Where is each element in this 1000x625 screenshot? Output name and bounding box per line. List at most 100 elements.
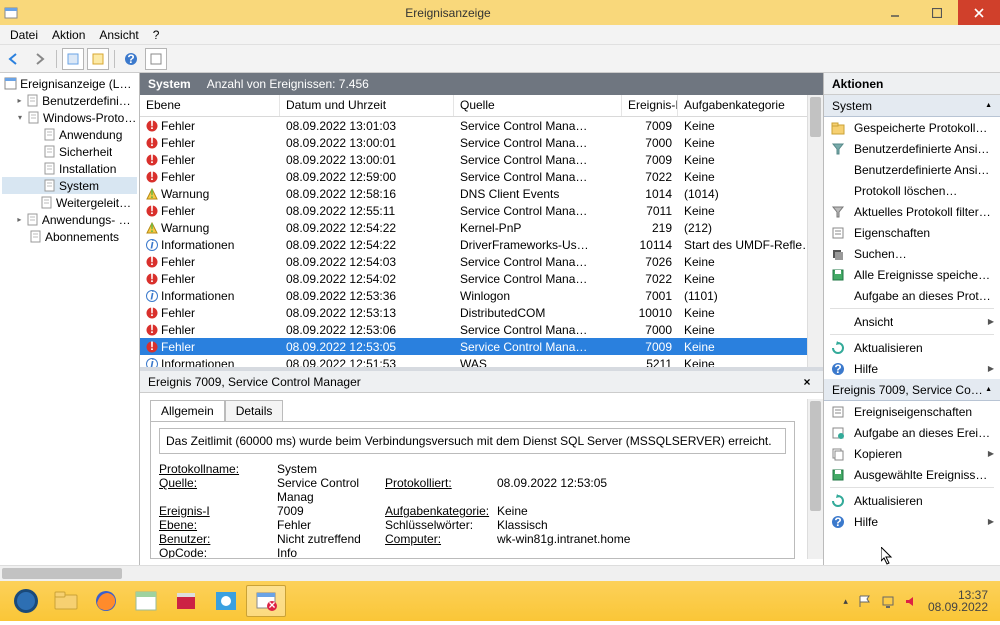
save-icon (830, 467, 846, 483)
tab-details[interactable]: Details (225, 400, 284, 422)
event-grid[interactable]: Ebene Datum und Uhrzeit Quelle Ereignis-… (140, 95, 823, 367)
actions-sect-system[interactable]: System▲ (824, 95, 1000, 117)
forward-button[interactable] (29, 48, 51, 70)
actions-sect-event[interactable]: Ereignis 7009, Service Co…▲ (824, 379, 1000, 401)
table-row[interactable]: !Fehler08.09.2022 12:53:06Service Contro… (140, 321, 823, 338)
grid-scrollbar[interactable] (807, 95, 823, 367)
start-button[interactable] (6, 585, 46, 617)
toolbar-btn-1[interactable] (62, 48, 84, 70)
tree-item[interactable]: Abonnements (2, 228, 137, 245)
tree-item[interactable]: Sicherheit (2, 143, 137, 160)
log-icon (40, 196, 53, 210)
col-source[interactable]: Quelle (454, 95, 622, 116)
col-datetime[interactable]: Datum und Uhrzeit (280, 95, 454, 116)
detail-close-button[interactable]: × (799, 374, 815, 390)
action-item[interactable]: Aktuelles Protokoll filtern… (824, 201, 1000, 222)
tray-flag-icon[interactable] (858, 595, 871, 608)
action-item[interactable]: Benutzerdefinierte Ansicht i… (824, 159, 1000, 180)
tb-app3[interactable] (206, 585, 246, 617)
detail-scrollbar[interactable] (807, 399, 823, 559)
tree-view[interactable]: Ereignisanzeige (Lokal) ▸Benutzerdefinie… (0, 73, 140, 565)
svg-text:!: ! (150, 188, 154, 200)
menu-file[interactable]: Datei (4, 26, 44, 44)
col-id[interactable]: Ereignis-ID (622, 95, 678, 116)
v-logged: 08.09.2022 12:53:05 (497, 476, 786, 504)
tree-item[interactable]: Anwendung (2, 126, 137, 143)
col-level[interactable]: Ebene (140, 95, 280, 116)
system-tray[interactable]: ▴ 13:3708.09.2022 (843, 589, 994, 613)
table-row[interactable]: !Fehler08.09.2022 12:54:02Service Contro… (140, 270, 823, 287)
action-item[interactable]: Protokoll löschen… (824, 180, 1000, 201)
table-row[interactable]: !Fehler08.09.2022 13:00:01Service Contro… (140, 151, 823, 168)
k-log: Protokollname: (159, 462, 239, 476)
tree-item[interactable]: ▾Windows-Protokolle (2, 109, 137, 126)
action-item[interactable]: Aktualisieren (824, 337, 1000, 358)
expand-icon[interactable]: ▾ (16, 113, 24, 122)
action-item[interactable]: Benutzerdefinierte Ansicht e… (824, 138, 1000, 159)
action-item[interactable]: Ansicht▶ (824, 311, 1000, 332)
minimize-button[interactable] (874, 0, 916, 25)
maximize-button[interactable] (916, 0, 958, 25)
center-panel: System Anzahl von Ereignissen: 7.456 Ebe… (140, 73, 824, 565)
tb-firefox[interactable] (86, 585, 126, 617)
action-item[interactable]: Ausgewählte Ereignisse spei… (824, 464, 1000, 485)
tb-app1[interactable] (126, 585, 166, 617)
table-row[interactable]: !Warnung08.09.2022 12:58:16DNS Client Ev… (140, 185, 823, 202)
find-icon (830, 246, 846, 262)
col-cat[interactable]: Aufgabenkategorie (678, 95, 823, 116)
hscrollbar[interactable] (0, 565, 1000, 581)
menu-view[interactable]: Ansicht (93, 26, 144, 44)
clock[interactable]: 13:3708.09.2022 (928, 589, 988, 613)
tree-item[interactable]: Weitergeleitete Erei (2, 194, 137, 211)
action-item[interactable]: Kopieren▶ (824, 443, 1000, 464)
action-item[interactable]: Alle Ereignisse speichern un… (824, 264, 1000, 285)
detail-tabs: Allgemein Details (150, 399, 823, 421)
table-row[interactable]: !Warnung08.09.2022 12:54:22Kernel-PnP219… (140, 219, 823, 236)
close-button[interactable] (958, 0, 1000, 25)
error-icon: ! (146, 324, 158, 336)
menu-help[interactable]: ? (147, 26, 166, 44)
table-row[interactable]: iInformationen08.09.2022 12:54:22DriverF… (140, 236, 823, 253)
table-row[interactable]: !Fehler08.09.2022 13:00:01Service Contro… (140, 134, 823, 151)
tab-general[interactable]: Allgemein (150, 400, 225, 422)
action-item[interactable]: Eigenschaften (824, 222, 1000, 243)
error-icon: ! (146, 171, 158, 183)
expand-icon[interactable]: ▸ (16, 215, 23, 224)
table-row[interactable]: !Fehler08.09.2022 12:53:05Service Contro… (140, 338, 823, 355)
action-item[interactable]: Ereigniseigenschaften (824, 401, 1000, 422)
table-row[interactable]: iInformationen08.09.2022 12:53:36Winlogo… (140, 287, 823, 304)
tree-item[interactable]: System (2, 177, 137, 194)
help-button[interactable]: ? (120, 48, 142, 70)
tree-item[interactable]: ▸Benutzerdefinierte Ans (2, 92, 137, 109)
action-item[interactable]: Aktualisieren (824, 490, 1000, 511)
tray-chevron-icon[interactable]: ▴ (843, 596, 848, 607)
menu-action[interactable]: Aktion (46, 26, 91, 44)
toolbar-btn-2[interactable] (87, 48, 109, 70)
table-row[interactable]: !Fehler08.09.2022 12:59:00Service Contro… (140, 168, 823, 185)
tb-eventviewer[interactable]: × (246, 585, 286, 617)
titlebar: Ereignisanzeige (0, 0, 1000, 25)
expand-icon[interactable]: ▸ (16, 96, 23, 105)
error-icon: ! (146, 120, 158, 132)
action-item[interactable]: Gespeicherte Protokolldatei… (824, 117, 1000, 138)
action-item[interactable]: Suchen… (824, 243, 1000, 264)
table-row[interactable]: !Fehler08.09.2022 12:55:11Service Contro… (140, 202, 823, 219)
tree-root[interactable]: Ereignisanzeige (Lokal) (2, 75, 137, 92)
back-button[interactable] (4, 48, 26, 70)
tree-item[interactable]: Installation (2, 160, 137, 177)
toolbar-btn-3[interactable] (145, 48, 167, 70)
taskbar[interactable]: × ▴ 13:3708.09.2022 (0, 581, 1000, 621)
tray-volume-icon[interactable] (905, 595, 918, 608)
grid-header[interactable]: Ebene Datum und Uhrzeit Quelle Ereignis-… (140, 95, 823, 117)
tree-item[interactable]: ▸Anwendungs- und Dien (2, 211, 137, 228)
table-row[interactable]: !Fehler08.09.2022 12:53:13DistributedCOM… (140, 304, 823, 321)
action-item[interactable]: Aufgabe an dieses Protokoll… (824, 285, 1000, 306)
tray-network-icon[interactable] (881, 595, 895, 608)
table-row[interactable]: !Fehler08.09.2022 12:54:03Service Contro… (140, 253, 823, 270)
action-item[interactable]: ?Hilfe▶ (824, 358, 1000, 379)
table-row[interactable]: !Fehler08.09.2022 13:01:03Service Contro… (140, 117, 823, 134)
action-item[interactable]: ?Hilfe▶ (824, 511, 1000, 532)
action-item[interactable]: Aufgabe an dieses Ereignis … (824, 422, 1000, 443)
tb-explorer[interactable] (46, 585, 86, 617)
tb-app2[interactable] (166, 585, 206, 617)
